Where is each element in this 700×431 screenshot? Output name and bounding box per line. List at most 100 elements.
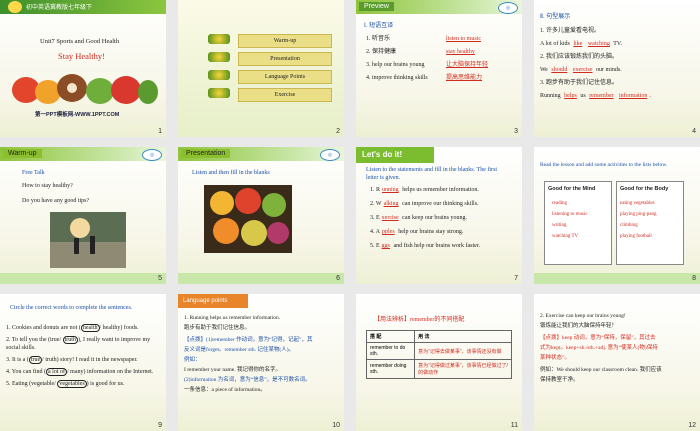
instruction-text: Read the lesson and add some activities … bbox=[540, 162, 668, 168]
mind-item: watching TV bbox=[552, 234, 579, 239]
point-line: 例如： bbox=[184, 357, 201, 363]
exercise-item: 5. Eating (vegetable/ vegetables) is goo… bbox=[6, 380, 125, 388]
body-item: eating vegetables bbox=[620, 201, 655, 206]
fruit-vegetables-image bbox=[12, 74, 158, 104]
point-line: 【点拨】keep 动词，意为“保持，保留”，其过去 bbox=[540, 335, 656, 341]
runners-photo bbox=[50, 212, 126, 268]
blank-item: 5. Eggs and fish help our brains work fa… bbox=[370, 243, 480, 249]
section-tag: Let's do it! bbox=[362, 150, 403, 159]
slide-number: 8 bbox=[692, 275, 696, 282]
table-header: 用 法 bbox=[414, 330, 512, 343]
point-line: 跑步有助于我们记住信息。 bbox=[184, 325, 251, 331]
table-cell: 意为“记得去做某事”，该事情还没有做 bbox=[414, 342, 512, 360]
section-title: Ⅰ. 短语互译 bbox=[364, 23, 394, 29]
slide-thumbnail-5[interactable]: Warm-up ◎ Free Talk How to stay healthy?… bbox=[0, 147, 166, 284]
phrase-answer: 让大脑保持年轻 bbox=[446, 62, 489, 68]
phrase-answer: stay healthy bbox=[446, 49, 475, 55]
slide-thumbnail-9[interactable]: Circle the correct words to complete the… bbox=[0, 294, 166, 431]
slide-footer-bar bbox=[0, 273, 166, 284]
table-row: remember to do sth. 意为“记得去做某事”，该事情还没有做 bbox=[365, 342, 512, 360]
slide-number: 4 bbox=[692, 128, 696, 135]
exercise-item: social skills. bbox=[6, 345, 36, 351]
slide-number: 12 bbox=[688, 422, 696, 429]
usage-table: 搭 配 用 法 remember to do sth. 意为“记得去做某事”，该… bbox=[365, 330, 512, 379]
logo-icon: ◎ bbox=[498, 2, 518, 14]
point-line: 例如：We should keep our classroom clean. 我… bbox=[540, 367, 662, 373]
lesson-title: Stay Healthy! bbox=[58, 51, 105, 61]
menu-bullet-icon bbox=[208, 34, 230, 44]
slide-thumbnail-2[interactable]: Warm-up Presentation Language Points Exe… bbox=[178, 0, 344, 137]
menu-item-presentation[interactable]: Presentation bbox=[238, 52, 332, 66]
footer-text: 第一PPT模板网-WWW.1PPT.COM bbox=[35, 112, 120, 118]
blank-item: 1. Running helps us remember information… bbox=[370, 187, 479, 193]
phrase-item: 1. 听音乐 bbox=[366, 36, 391, 42]
fruit-platter-image bbox=[204, 185, 292, 253]
instruction-text: Listen and then fill in the blanks bbox=[192, 170, 270, 176]
body-item: playing ping-pang bbox=[620, 212, 657, 217]
unit-title: Unit7 Sports and Good Health bbox=[40, 38, 120, 45]
body-item: climbing bbox=[620, 223, 638, 228]
table-row: remember doing sth. 意为“记得做过某事”，该事情已经做过了/… bbox=[365, 359, 512, 379]
point-line: 一条信息：a piece of information。 bbox=[184, 387, 266, 393]
mind-item: reading bbox=[552, 201, 567, 206]
logo-icon bbox=[8, 1, 22, 13]
slide-thumbnail-12[interactable]: 2. Exercise can keep our brains young! 锻… bbox=[534, 294, 700, 431]
phrase-item: 3. help our brains young bbox=[366, 62, 425, 68]
body-list-heading: Good for the Body bbox=[620, 186, 669, 192]
sentence-en: Running helps us remember information. bbox=[540, 93, 651, 99]
slide-number: 11 bbox=[510, 422, 518, 429]
section-tag: Presentation bbox=[181, 149, 231, 158]
point-line: 锻炼能让我们的大脑保持年轻！ bbox=[540, 323, 618, 329]
slide-thumbnail-7[interactable]: Let's do it! Listen to the statements an… bbox=[356, 147, 522, 284]
mind-item: writing bbox=[552, 223, 567, 228]
section-tag: Warm-up bbox=[3, 149, 42, 158]
slide-number: 3 bbox=[514, 128, 518, 135]
slide-number: 7 bbox=[514, 275, 518, 282]
instruction-line: letter is given. bbox=[366, 175, 401, 181]
slide-thumbnail-8[interactable]: Read the lesson and add some activities … bbox=[534, 147, 700, 284]
blank-item: 3. Exercise can keep our brains young. bbox=[370, 215, 467, 221]
phrase-answer: 提高思维能力 bbox=[446, 75, 483, 81]
question-text: Do you have any good tips? bbox=[22, 198, 90, 204]
section-tag: Language points bbox=[183, 298, 228, 304]
point-line: 2. Exercise can keep our brains young! bbox=[540, 313, 626, 319]
slide-thumbnail-10[interactable]: Language points 1. Running helps us reme… bbox=[178, 294, 344, 431]
point-line: I remember your name. 我记得你的名字。 bbox=[184, 367, 281, 373]
point-line: 【点拨】(1)remember 作动词，意为“记得，记起”，其 bbox=[184, 337, 313, 343]
course-header: 初中英语冀教版七年级下 bbox=[26, 5, 93, 11]
sentence-en: A lot of kids like watching TV. bbox=[540, 41, 622, 47]
slide-thumbnail-11[interactable]: 【用法辨析】remember的不同搭配 搭 配 用 法 remember to … bbox=[356, 294, 522, 431]
slide-thumbnail-4[interactable]: Ⅱ. 句型展示 1. 许多儿童爱看电视。 A lot of kids like … bbox=[534, 0, 700, 137]
mind-list-heading: Good for the Mind bbox=[548, 186, 596, 192]
menu-item-language-points[interactable]: Language Points bbox=[238, 70, 332, 84]
menu-bullet-icon bbox=[208, 52, 230, 62]
free-talk-label: Free Talk bbox=[22, 170, 45, 176]
mind-item: listening to music bbox=[552, 212, 588, 217]
slide-number: 2 bbox=[336, 128, 340, 135]
menu-item-exercise[interactable]: Exercise bbox=[238, 88, 332, 102]
sentence-cn: 1. 许多儿童爱看电视。 bbox=[540, 28, 601, 34]
slide-thumbnail-1[interactable]: 初中英语冀教版七年级下 Unit7 Sports and Good Health… bbox=[0, 0, 166, 137]
slide-thumbnail-3[interactable]: Preview ◎ Ⅰ. 短语互译 1. 听音乐 listen to music… bbox=[356, 0, 522, 137]
menu-item-warm-up[interactable]: Warm-up bbox=[238, 34, 332, 48]
slide-footer-bar bbox=[534, 273, 700, 284]
section-title: Ⅱ. 句型展示 bbox=[540, 14, 571, 20]
slide-thumbnail-6[interactable]: Presentation ◎ Listen and then fill in t… bbox=[178, 147, 344, 284]
menu-bullet-icon bbox=[208, 70, 230, 80]
slide-number: 1 bbox=[158, 128, 162, 135]
body-item: playing football bbox=[620, 234, 652, 239]
sentence-cn: 3. 跑步有助于我们记住信息。 bbox=[540, 80, 619, 86]
table-cell: 意为“记得做过某事”，该事情已经做过了/的做动作 bbox=[414, 359, 512, 379]
exercise-item: 2. To tell you the (true/ truth), I real… bbox=[6, 336, 151, 344]
blank-item: 4. Apples help our brains stay strong. bbox=[370, 229, 464, 235]
table-cell: remember to do sth. bbox=[365, 342, 416, 360]
exercise-item: 4. You can find (a lot of / many) informa… bbox=[6, 368, 154, 376]
table-cell: remember doing sth. bbox=[365, 359, 416, 379]
slide-number: 9 bbox=[158, 422, 162, 429]
phrase-item: 4. improve thinking skills bbox=[366, 75, 428, 81]
table-header: 搭 配 bbox=[365, 330, 416, 343]
logo-icon: ◎ bbox=[142, 149, 162, 161]
slide-number: 10 bbox=[332, 422, 340, 429]
point-line: 式为kept。keep+sb./sth.+adj. 意为“使某人(物)保持 bbox=[540, 345, 658, 351]
phrase-answer: listen to music bbox=[446, 36, 481, 42]
